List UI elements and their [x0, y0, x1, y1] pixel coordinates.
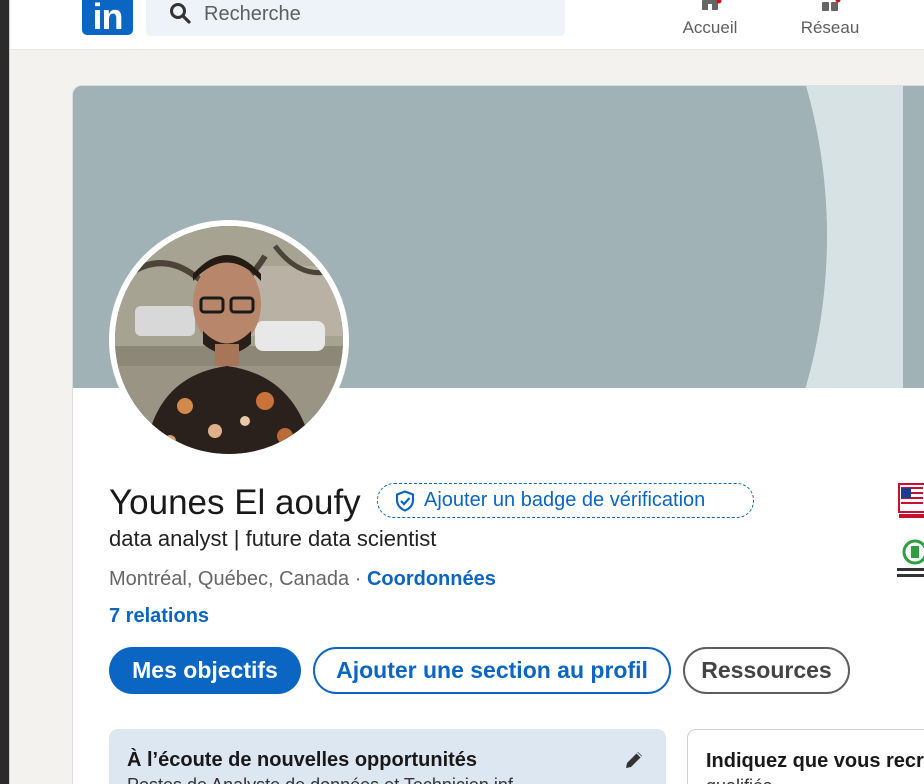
- open-to-work-card[interactable]: À l’écoute de nouvelles opportunités Pos…: [109, 729, 666, 784]
- home-icon: [696, 0, 724, 16]
- connections-link[interactable]: 7 relations: [109, 605, 209, 628]
- network-icon: [816, 0, 844, 16]
- profile-photo: [115, 226, 343, 454]
- nav-label-home: Accueil: [682, 18, 738, 37]
- search-icon: [168, 1, 192, 25]
- profile-card: Younes El aoufy Ajouter un badge de véri…: [72, 85, 924, 784]
- hiring-card-title: Indiquez que vous recru: [706, 750, 924, 772]
- school-logo[interactable]: [895, 538, 924, 582]
- verification-badge-label: Ajouter un badge de vérification: [424, 489, 706, 511]
- hiring-card-subtitle: qualifiés: [706, 776, 772, 784]
- jobs-icon: [916, 0, 924, 16]
- nav-item-network[interactable]: Réseau: [796, 0, 864, 50]
- add-profile-section-button[interactable]: Ajouter une section au profil: [313, 647, 671, 694]
- hiring-card[interactable]: Indiquez que vous recru qualifiés: [687, 729, 924, 784]
- nav-item-home[interactable]: Accueil: [678, 0, 742, 50]
- pencil-icon[interactable]: [622, 748, 646, 772]
- nav-item-cutoff[interactable]: [916, 0, 924, 50]
- profile-location-line: Montréal, Québec, Canada · Coordonnées: [109, 568, 496, 591]
- add-verification-badge-button[interactable]: Ajouter un badge de vérification: [377, 483, 754, 518]
- nav-label-network: Réseau: [800, 18, 860, 37]
- linkedin-logo[interactable]: in: [82, 0, 133, 37]
- profile-headline: data analyst | future data scientist: [109, 526, 437, 551]
- search-bar[interactable]: [146, 0, 565, 36]
- shield-check-icon: [394, 489, 416, 512]
- window-left-edge: [0, 0, 10, 784]
- open-to-work-title: À l’écoute de nouvelles opportunités: [127, 749, 478, 771]
- profile-location: Montréal, Québec, Canada: [109, 568, 350, 590]
- avatar[interactable]: [109, 220, 349, 460]
- banner-right-strip: [903, 86, 924, 388]
- open-to-work-subtitle: Postes de Analyste de données et Technic…: [127, 775, 513, 784]
- location-separator: ·: [354, 568, 362, 590]
- profile-name: Younes El aoufy: [109, 483, 361, 522]
- search-input[interactable]: [204, 0, 544, 28]
- contact-info-link[interactable]: Coordonnées: [367, 568, 496, 590]
- top-navigation: in Accueil Réseau: [10, 0, 924, 50]
- resources-button[interactable]: Ressources: [683, 647, 850, 694]
- company-logo[interactable]: [895, 476, 924, 524]
- organization-logos: [895, 476, 924, 586]
- my-goals-button[interactable]: Mes objectifs: [109, 647, 301, 694]
